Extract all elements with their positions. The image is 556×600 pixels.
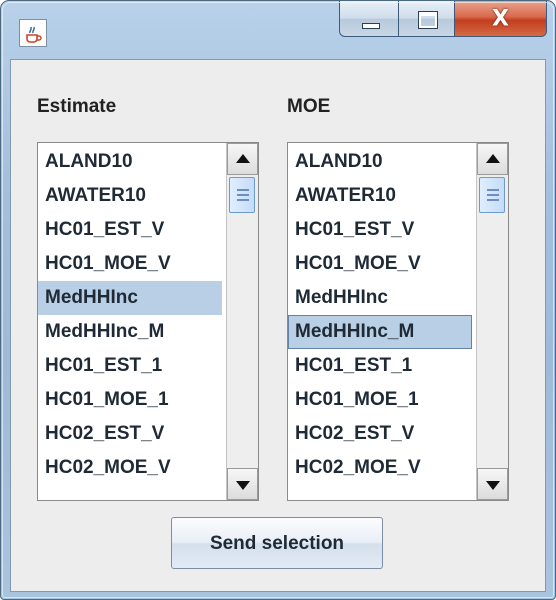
moe-list-items: ALAND10 AWATER10 HC01_EST_V HC01_MOE_V MedHH… (288, 145, 472, 485)
moe-scrollbar[interactable] (476, 143, 508, 500)
list-item[interactable]: HC01_EST_V (38, 213, 222, 247)
list-item[interactable]: HC01_MOE_V (288, 247, 472, 281)
list-item[interactable]: MedHHInc_M (288, 315, 472, 349)
list-item[interactable]: MedHHInc (38, 281, 222, 315)
list-item[interactable]: MedHHInc (288, 281, 472, 315)
estimate-list-items: ALAND10 AWATER10 HC01_EST_V HC01_MOE_V MedHH… (38, 145, 222, 485)
send-selection-button[interactable]: Send selection (171, 517, 383, 569)
list-item[interactable]: AWATER10 (38, 179, 222, 213)
scroll-down-button[interactable] (477, 468, 508, 500)
grip-icon (487, 189, 499, 191)
scroll-thumb[interactable] (479, 177, 505, 213)
list-item[interactable]: HC01_EST_1 (38, 349, 222, 383)
estimate-list[interactable]: ALAND10 AWATER10 HC01_EST_V HC01_MOE_V MedHH… (37, 142, 259, 501)
moe-header: MOE (287, 96, 331, 117)
scroll-up-button[interactable] (477, 143, 508, 175)
estimate-header: Estimate (37, 96, 117, 117)
grip-icon (487, 194, 499, 196)
list-item[interactable]: HC01_EST_1 (288, 349, 472, 383)
close-icon: X (492, 6, 509, 31)
java-coffee-cup-icon[interactable] (19, 19, 47, 47)
content-panel: Estimate MOE ALAND10 AWATER10 HC01_EST_V HC… (10, 59, 546, 592)
close-button[interactable]: X (455, 1, 547, 37)
list-item[interactable]: MedHHInc_M (38, 315, 222, 349)
app-window: X Estimate MOE ALAND10 AWATER10 HC01_EST_V… (0, 0, 556, 600)
list-item[interactable]: HC02_MOE_V (288, 451, 472, 485)
minimize-button[interactable] (339, 1, 399, 37)
list-item[interactable]: ALAND10 (288, 145, 472, 179)
list-item[interactable]: ALAND10 (38, 145, 222, 179)
estimate-scrollbar[interactable] (226, 143, 258, 500)
grip-icon (237, 194, 249, 196)
minimize-icon (362, 23, 380, 29)
list-item[interactable]: HC02_EST_V (288, 417, 472, 451)
list-item[interactable]: HC02_MOE_V (38, 451, 222, 485)
grip-icon (237, 189, 249, 191)
maximize-icon (418, 11, 438, 29)
list-item[interactable]: AWATER10 (288, 179, 472, 213)
list-item[interactable]: HC01_MOE_V (38, 247, 222, 281)
grip-icon (237, 199, 249, 201)
scroll-down-button[interactable] (227, 468, 258, 500)
moe-list[interactable]: ALAND10 AWATER10 HC01_EST_V HC01_MOE_V MedHH… (287, 142, 509, 501)
scroll-thumb[interactable] (229, 177, 255, 213)
list-item[interactable]: HC02_EST_V (38, 417, 222, 451)
maximize-button[interactable] (399, 1, 455, 37)
list-item[interactable]: HC01_MOE_1 (288, 383, 472, 417)
list-item[interactable]: HC01_EST_V (288, 213, 472, 247)
grip-icon (487, 199, 499, 201)
scroll-up-button[interactable] (227, 143, 258, 175)
caption-buttons: X (339, 1, 547, 43)
list-item[interactable]: HC01_MOE_1 (38, 383, 222, 417)
